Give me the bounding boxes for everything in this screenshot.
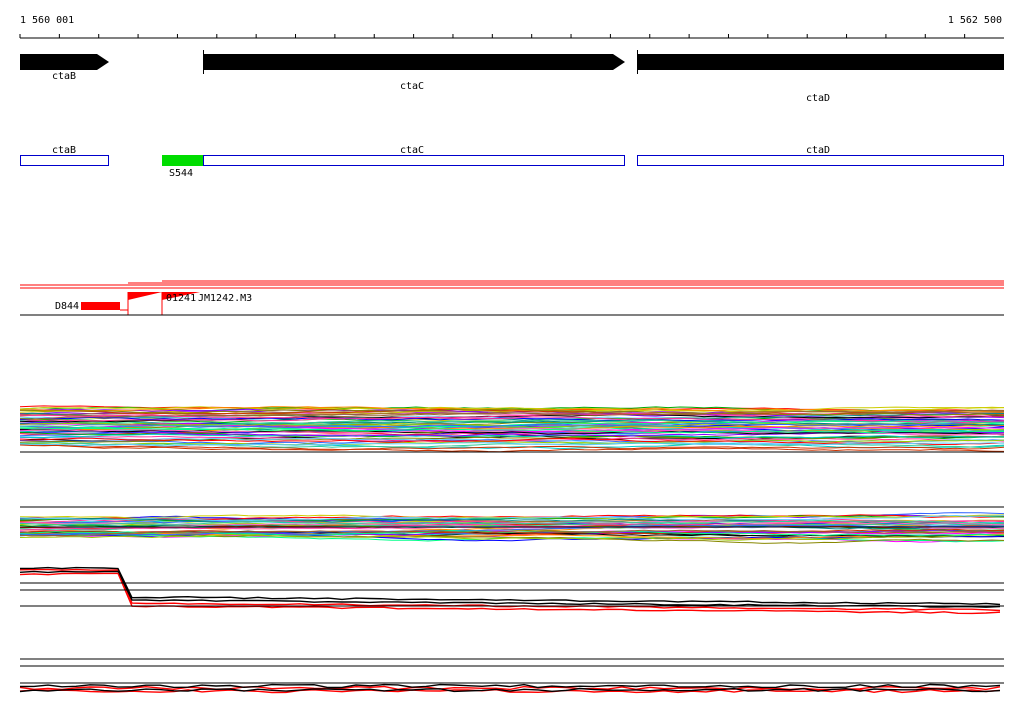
- cds-label-ctad: ctaD: [806, 145, 830, 156]
- signal-track-1: [19, 405, 1005, 453]
- signal-line: [19, 570, 1001, 608]
- cds-box-ctad[interactable]: [637, 155, 1004, 166]
- gene-arrow-ctab[interactable]: [20, 54, 109, 70]
- ruler-end-label: 1 562 500: [948, 15, 1002, 26]
- signal-line: [19, 566, 1001, 606]
- cds-label-ctac: ctaC: [400, 145, 424, 156]
- cds-track: ctaB S544 ctaC ctaD: [20, 145, 1004, 179]
- gene-start-mark-ctad: [637, 50, 638, 74]
- signal-track-3: [19, 566, 1004, 615]
- gene-label-ctad: ctaD: [806, 93, 830, 104]
- transcript-track: D844 01241 JM1242.M3: [20, 280, 1004, 316]
- cds-label-ctab: ctaB: [52, 145, 76, 156]
- transcript-label-d844: D844: [55, 301, 79, 312]
- transcript-wedge[interactable]: [128, 292, 162, 300]
- gene-label-ctac: ctaC: [400, 81, 424, 92]
- cds-box-ctac[interactable]: [203, 155, 625, 166]
- transcript-label-jm1242: JM1242.M3: [198, 293, 252, 304]
- gene-arrow-ctad[interactable]: [637, 54, 1004, 70]
- gene-start-mark-ctac: [203, 50, 204, 74]
- signal-track-2: [19, 506, 1005, 544]
- ruler-ticks: [19, 34, 966, 38]
- signal-line: [19, 683, 1001, 689]
- cds-box-ctab[interactable]: [20, 155, 109, 166]
- coordinate-ruler: 1 560 001 1 562 500: [19, 15, 1004, 39]
- gene-track: ctaB ctaC ctaD: [20, 50, 1004, 104]
- signal-line: [19, 572, 1001, 615]
- genome-browser-view: 1 560 001 1 562 500 ctaB ctaC ctaD ctaB …: [19, 15, 1005, 694]
- feature-s544[interactable]: [162, 155, 203, 166]
- gene-label-ctab: ctaB: [52, 71, 76, 82]
- ruler-start-label: 1 560 001: [20, 15, 74, 26]
- signal-track-4: [19, 658, 1004, 694]
- transcript-block-d844[interactable]: [81, 302, 120, 310]
- transcript-label-01241: 01241: [166, 293, 196, 304]
- feature-label-s544: S544: [169, 168, 193, 179]
- gene-arrow-ctac[interactable]: [203, 54, 625, 70]
